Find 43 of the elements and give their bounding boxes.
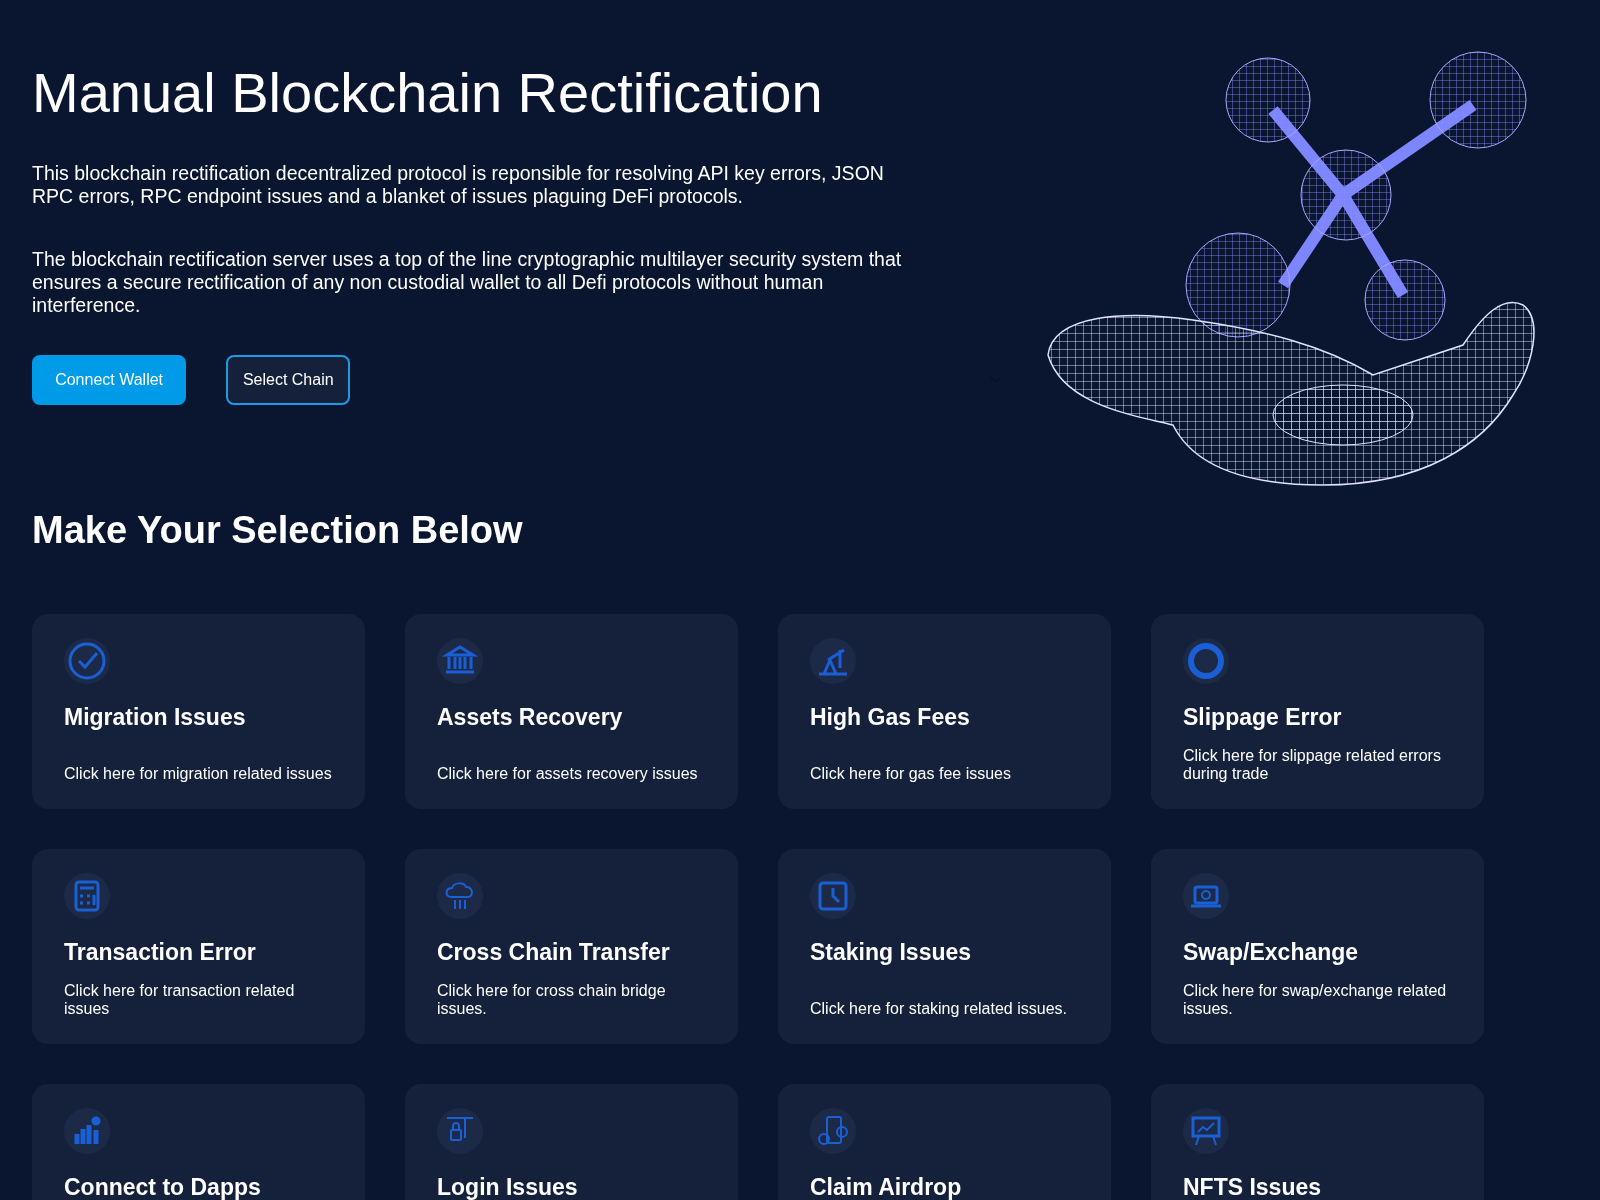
issue-card[interactable]: Slippage Error Click here for slippage related errors during trade xyxy=(1151,614,1484,809)
card-title: Slippage Error xyxy=(1183,704,1343,731)
card-title: Login Issues xyxy=(437,1174,579,1200)
issue-card[interactable]: Connect to Dapps xyxy=(32,1084,365,1200)
card-title: Swap/Exchange xyxy=(1183,939,1360,966)
issue-card[interactable]: Assets Recovery Click here for assets recovery issues xyxy=(405,614,738,809)
calculator-icon xyxy=(64,873,110,919)
check-circle-icon xyxy=(64,638,110,684)
card-title: Assets Recovery xyxy=(437,704,624,731)
presentation-board-icon xyxy=(1183,1108,1229,1154)
issue-card[interactable]: NFTS Issues xyxy=(1151,1084,1484,1200)
card-description: Click here for swap/exchange related issues. xyxy=(1183,982,1448,1018)
issue-card[interactable]: Swap/Exchange Click here for swap/exchange related issues. xyxy=(1151,849,1484,1044)
issue-card[interactable]: Migration Issues Click here for migration related issues xyxy=(32,614,365,809)
card-title: Connect to Dapps xyxy=(64,1174,262,1200)
card-title: Claim Airdrop xyxy=(810,1174,963,1200)
section-heading: Make Your Selection Below xyxy=(32,509,524,552)
card-title: Migration Issues xyxy=(64,704,247,731)
bar-chart-person-icon xyxy=(64,1108,110,1154)
card-description: Click here for staking related issues. xyxy=(810,1000,1068,1018)
clock-icon xyxy=(810,873,856,919)
card-description: Click here for transaction related issues xyxy=(64,982,296,1018)
card-title: Staking Issues xyxy=(810,939,973,966)
card-description: Click here for assets recovery issues xyxy=(437,765,699,783)
card-description: Click here for gas fee issues xyxy=(810,765,1012,783)
card-description: Click here for slippage related errors during trade xyxy=(1183,747,1442,783)
card-description: Click here for cross chain bridge issues. xyxy=(437,982,667,1018)
issue-card[interactable]: High Gas Fees Click here for gas fee issues xyxy=(778,614,1111,809)
issue-card[interactable]: Staking Issues Click here for staking related issues. xyxy=(778,849,1111,1044)
card-description: Click here for migration related issues xyxy=(64,765,333,783)
issue-card[interactable]: Login Issues xyxy=(405,1084,738,1200)
bank-icon xyxy=(437,638,483,684)
intro-paragraph: The blockchain rectification server uses a top of the line cryptographic multilayer security system that ensures a secure rectification of any non custodial wallet to all Defi protocols without human interference. xyxy=(32,247,903,317)
card-title: High Gas Fees xyxy=(810,704,971,731)
card-title: Cross Chain Transfer xyxy=(437,939,671,966)
issue-card[interactable]: Claim Airdrop xyxy=(778,1084,1111,1200)
intro-paragraph: This blockchain rectification decentralized protocol is reponsible for resolving API key errors, JSON RPC errors, RPC endpoint issues and a blanket of issues plaguing DeFi protocols. xyxy=(32,161,885,208)
card-title: NFTS Issues xyxy=(1183,1174,1323,1200)
issue-card[interactable]: Transaction Error Click here for transaction related issues xyxy=(32,849,365,1044)
page-title: Manual Blockchain Rectification xyxy=(32,62,824,124)
card-title: Transaction Error xyxy=(64,939,257,966)
issue-card[interactable]: Cross Chain Transfer Click here for cross chain bridge issues. xyxy=(405,849,738,1044)
select-chain-button[interactable]: Select Chain xyxy=(226,354,351,405)
